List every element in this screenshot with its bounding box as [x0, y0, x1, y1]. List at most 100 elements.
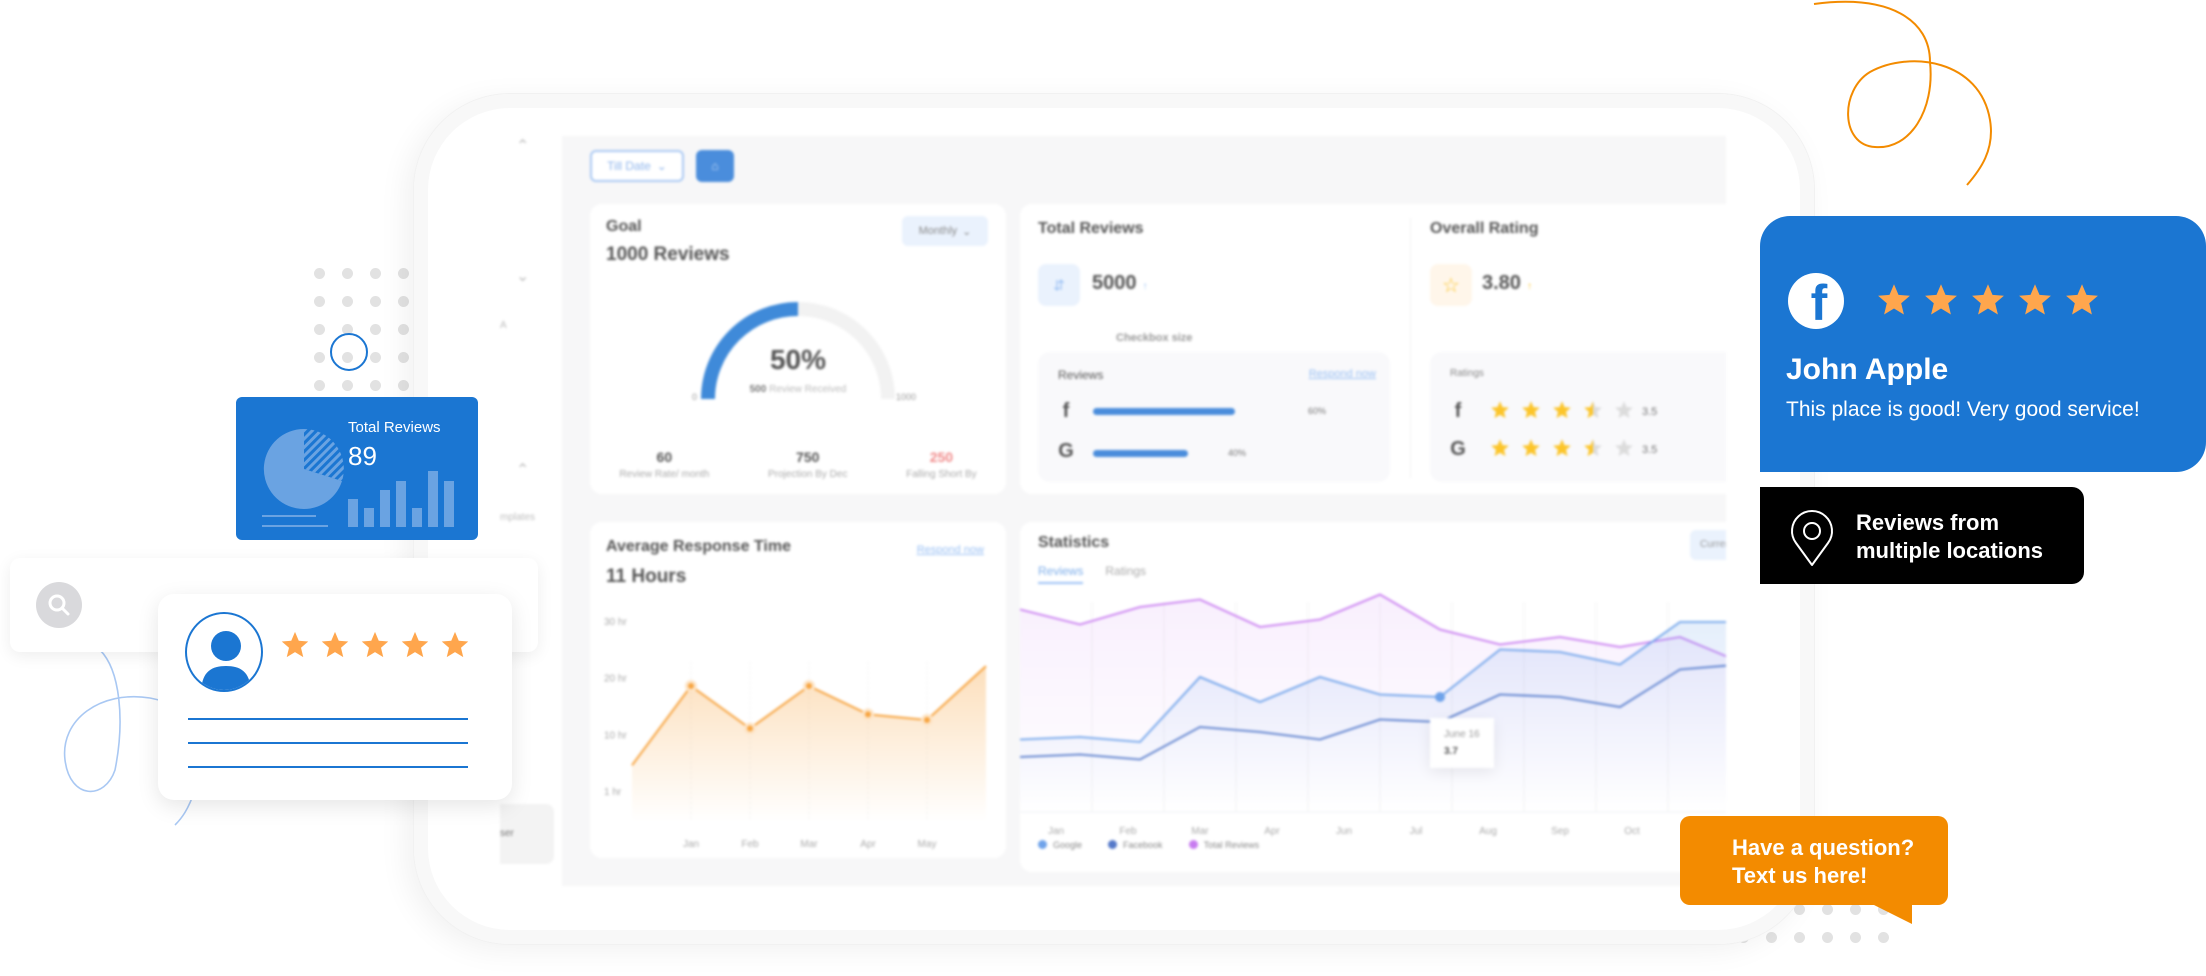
x-tick-label: Sep: [1551, 826, 1569, 837]
chevron-down-icon[interactable]: ⌄: [516, 266, 529, 286]
facebook-share-bar: [1093, 408, 1293, 415]
overall-rating-value: 3.80 ↑: [1482, 272, 1532, 294]
chat-bubble[interactable]: Have a question? Text us here!: [1680, 816, 1948, 905]
goal-title: Goal: [606, 218, 642, 235]
respond-now-link[interactable]: Respond now: [1309, 368, 1376, 380]
y-tick-label: 30 hr: [604, 617, 627, 628]
google-icon: G: [1450, 438, 1466, 460]
sidebar-item-label[interactable]: A: [500, 320, 507, 331]
star-icon: [401, 631, 429, 658]
share-bar-fill: [1093, 408, 1235, 415]
y-tick-label: 10 hr: [604, 730, 627, 741]
google-share-label: 40%: [1228, 448, 1247, 458]
chevron-down-icon: ⌄: [656, 159, 667, 173]
x-tick-label: Apr: [860, 839, 876, 850]
review-text: This place is good! Very good service!: [1786, 398, 2140, 421]
star-icon: [1491, 439, 1509, 457]
x-tick-label: Jan: [683, 839, 699, 850]
date-filter-dropdown[interactable]: Till Date ⌄: [590, 150, 684, 182]
chevron-up-icon[interactable]: ⌃: [516, 460, 529, 480]
bar-chart-icon: [348, 465, 460, 527]
data-point[interactable]: [862, 708, 874, 721]
review-stars: [280, 630, 470, 660]
sidebar-item-label[interactable]: mplates: [500, 512, 535, 523]
highlighted-point[interactable]: [1435, 692, 1445, 702]
legend-facebook[interactable]: Facebook: [1108, 840, 1163, 850]
google-share-bar: [1093, 450, 1293, 457]
widget-line: [262, 515, 316, 517]
star-icon: [1615, 401, 1633, 419]
search-icon[interactable]: [36, 582, 82, 628]
checkbox-size-label: Checkbox size: [1116, 332, 1193, 344]
widget-title: Total Reviews: [348, 419, 441, 436]
star-icon: [321, 631, 349, 658]
building-icon: ⌂: [711, 159, 719, 173]
chevron-up-icon[interactable]: ⌃: [516, 136, 529, 156]
sidebar-bottom-button[interactable]: ser: [500, 804, 554, 864]
ring-decoration: [330, 333, 368, 371]
star-icon: [1491, 401, 1509, 419]
period-dropdown[interactable]: Monthly ⌄: [902, 216, 988, 246]
response-time-chart: 30 hr 20 hr 10 hr 1 hr Jan Feb Mar Apr May: [604, 617, 987, 850]
stat-projection: 750 Projection By Dec: [767, 449, 848, 480]
data-point[interactable]: [803, 680, 815, 692]
star-icon: [1553, 401, 1571, 419]
chat-bubble-tail: [1872, 904, 1912, 924]
star-icon: [1615, 439, 1633, 457]
mini-bar: [364, 508, 374, 527]
x-tick-label: Mar: [1191, 826, 1209, 837]
google-rating-value: 3.5: [1642, 444, 1658, 456]
total-reviews-value: 5000 ↑: [1092, 272, 1148, 294]
star-icon: [361, 631, 389, 658]
legend-total-reviews[interactable]: Total Reviews: [1188, 840, 1259, 850]
star-icon: [1925, 284, 1957, 315]
star-icon: [1878, 284, 1910, 315]
mini-bar: [396, 480, 406, 527]
chevron-down-icon: ⌄: [962, 225, 972, 238]
star-icon: [2019, 284, 2051, 315]
mini-bar: [380, 489, 390, 527]
star-icon: [1553, 439, 1571, 457]
review-widget: [158, 594, 512, 800]
x-tick-label: May: [918, 839, 937, 850]
facebook-rating-stars: [1490, 400, 1634, 420]
google-icon: G: [1058, 440, 1074, 462]
reviews-source-panel: Reviews Respond now f 60% G 40%: [1038, 352, 1390, 482]
gauge-max: 1000: [896, 392, 917, 402]
response-time-card: Average Response Time 11 Hours Respond n…: [590, 522, 1006, 858]
data-point[interactable]: [685, 680, 697, 692]
statistics-legend: Google Facebook Total Reviews: [1038, 840, 1259, 850]
gauge-caption: 500 Review Received: [749, 384, 847, 395]
goal-card: Goal 1000 Reviews Monthly ⌄ 50% 500 Revie…: [590, 204, 1006, 494]
star-icon: [1584, 401, 1602, 419]
x-tick-label: Feb: [1119, 826, 1137, 837]
facebook-review-card: f John Apple This place is good! Very go…: [1760, 216, 2206, 472]
x-tick-label: Mar: [800, 839, 818, 850]
data-point[interactable]: [744, 722, 756, 735]
gauge-percent: 50%: [769, 344, 827, 375]
chat-text: Have a question? Text us here!: [1732, 835, 1915, 888]
x-tick-label: Oct: [1624, 826, 1640, 837]
star-icon: [1522, 439, 1540, 457]
pie-chart-icon: [263, 428, 344, 509]
text-line: [188, 718, 468, 720]
share-bar-fill: [1093, 450, 1188, 457]
toolbar: Till Date ⌄ ⌂: [590, 150, 734, 182]
dashboard-screen: ⌃ ⌄ A ⌃ mplates ser Till Date ⌄ ⌂ Goal 1…: [500, 136, 1726, 886]
x-tick-label: Jul: [1410, 826, 1423, 837]
ratings-source-panel: Ratings f 3.5 G 3.5: [1430, 352, 1726, 482]
text-line: [188, 742, 468, 744]
dot-grid-decoration-left: [314, 268, 426, 391]
y-tick-label: 20 hr: [604, 674, 627, 685]
goal-gauge: 50% 500 Review Received 0 1000: [690, 194, 916, 404]
date-filter-label: Till Date: [607, 159, 651, 173]
legend-google[interactable]: Google: [1038, 840, 1082, 850]
data-point[interactable]: [921, 714, 933, 726]
facebook-rating-value: 3.5: [1642, 406, 1658, 418]
facebook-icon: f: [1062, 400, 1070, 422]
chart-tooltip: June 16 3.7: [1430, 718, 1494, 768]
goal-stats: 60 Review Rate/ month 750 Projection By De…: [590, 449, 1006, 480]
statistics-card: Statistics Reviews Ratings Current JanFe…: [1020, 522, 1726, 872]
x-tick-label: Jan: [1048, 826, 1064, 837]
location-button[interactable]: ⌂: [696, 150, 734, 182]
